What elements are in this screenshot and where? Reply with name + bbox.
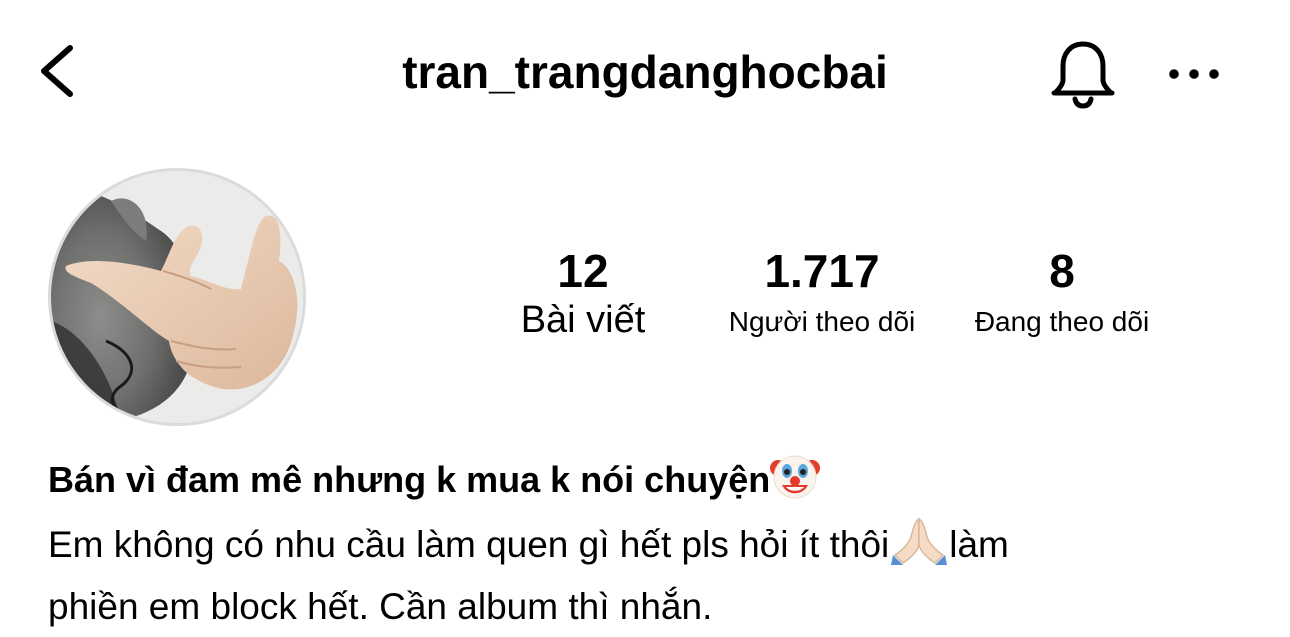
folded-hands-emoji xyxy=(889,515,949,580)
bio-display-name: Bán vì đam mê nhưng k mua k nói chuyện xyxy=(48,452,1248,513)
profile-photo xyxy=(51,171,303,423)
bio-name-text: Bán vì đam mê nhưng k mua k nói chuyện xyxy=(48,459,771,500)
bell-icon xyxy=(1051,41,1115,109)
profile-avatar[interactable] xyxy=(48,168,306,426)
posts-count: 12 xyxy=(557,245,609,297)
following-count: 8 xyxy=(1049,245,1075,297)
more-options-button[interactable] xyxy=(1164,54,1224,94)
bio-line-1: Em không có nhu cầu làm quen gì hết pls … xyxy=(48,524,890,565)
more-horizontal-icon xyxy=(1169,69,1219,79)
following-label: Đang theo dõi xyxy=(974,306,1150,337)
followers-label: Người theo dõi xyxy=(728,306,916,337)
clown-face-emoji xyxy=(770,452,821,513)
top-bar: tran_trangdanghocbai xyxy=(0,0,1290,140)
bio-description: Em không có nhu cầu làm quen gì hết pls … xyxy=(48,515,1248,634)
bio-line-1-end: làm xyxy=(949,524,1009,565)
bio-line-2: phiền em block hết. Cần album thì nhắn. xyxy=(48,586,713,627)
posts-label: Bài viết xyxy=(520,299,646,341)
stat-posts[interactable]: 12 Bài viết xyxy=(498,244,668,342)
profile-bio: Bán vì đam mê nhưng k mua k nói chuyện E… xyxy=(48,452,1248,634)
stat-following[interactable]: 8 Đang theo dõi xyxy=(946,244,1178,340)
notifications-button[interactable] xyxy=(1048,38,1118,110)
followers-count: 1.717 xyxy=(764,245,880,297)
stat-followers[interactable]: 1.717 Người theo dõi xyxy=(706,244,938,340)
